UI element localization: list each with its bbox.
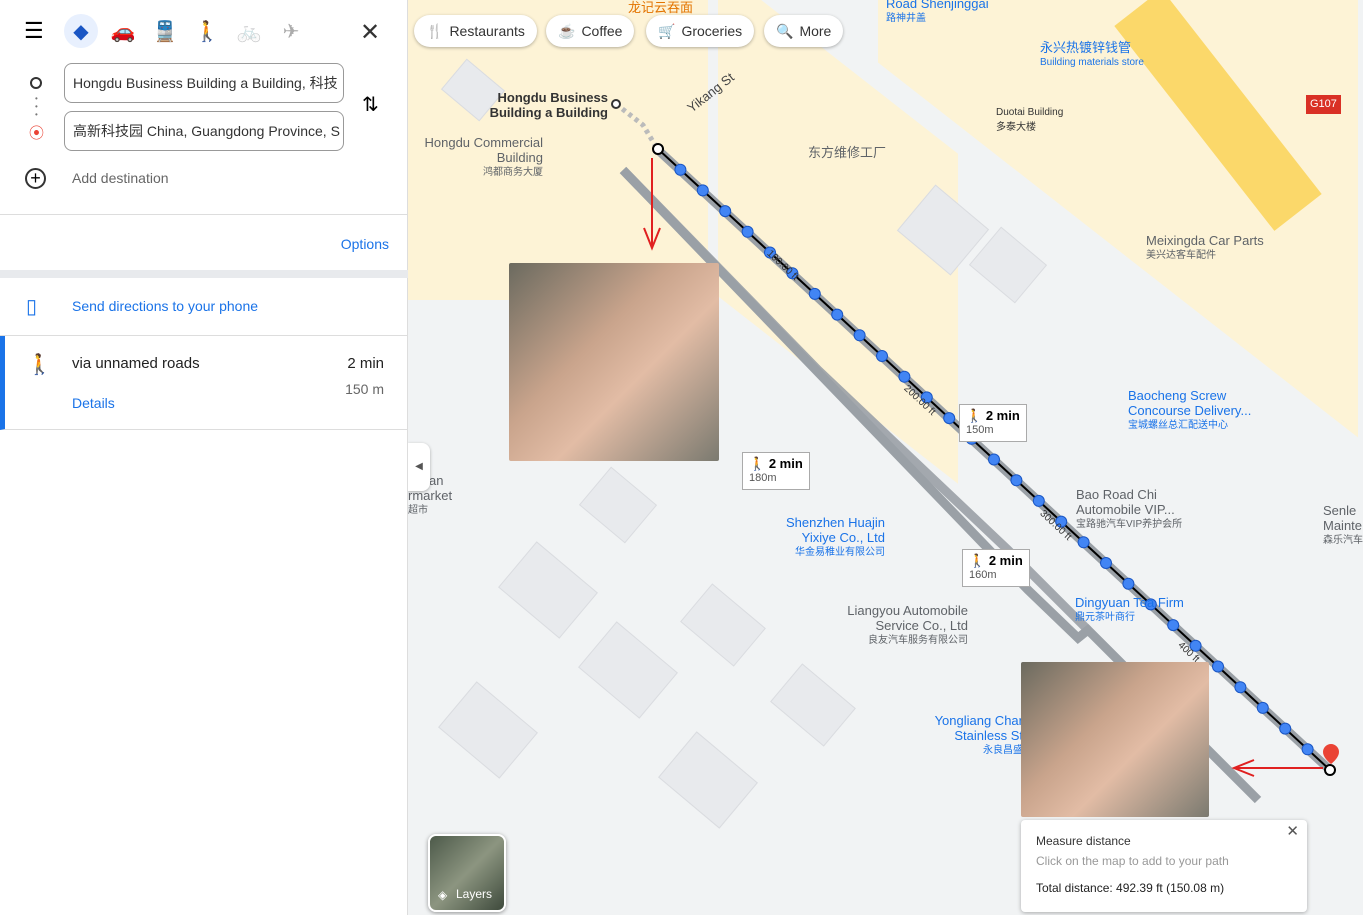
- map-label[interactable]: 龙记云吞面: [628, 0, 693, 15]
- phone-icon: ▯: [26, 296, 38, 318]
- origin-point: [611, 99, 621, 109]
- restaurant-icon: 🍴: [426, 22, 444, 39]
- close-measure-icon[interactable]: ✕: [1286, 822, 1299, 840]
- coffee-icon: ☕: [558, 22, 576, 39]
- module-photo: [1021, 662, 1209, 817]
- layers-icon: ◈: [438, 888, 448, 902]
- map-label[interactable]: Road Shenjinggai 路神井盖: [886, 0, 989, 26]
- measure-dot[interactable]: [696, 184, 709, 197]
- measure-dot[interactable]: [1301, 743, 1314, 756]
- directions-icon[interactable]: ◆: [64, 14, 98, 48]
- measure-dot[interactable]: [898, 370, 911, 383]
- measure-title: Measure distance: [1036, 834, 1131, 848]
- destination-input[interactable]: 高新科技园 China, Guangdong Province, S: [64, 111, 344, 151]
- route-distance: 150 m: [345, 381, 384, 397]
- measure-dot[interactable]: [988, 453, 1000, 466]
- map-label[interactable]: Meixingda Car Parts 美兴达客车配件: [1146, 233, 1264, 263]
- map-label[interactable]: Liangyou Automobile Service Co., Ltd 良友汽车…: [828, 603, 968, 648]
- measure-hint: Click on the map to add to your path: [1036, 854, 1229, 868]
- search-icon: 🔍: [776, 22, 794, 39]
- origin-circle-icon: [30, 77, 42, 89]
- map-label[interactable]: 永兴热镀锌钱管 Building materials store: [1040, 40, 1144, 70]
- module-photo: [509, 263, 719, 461]
- close-icon[interactable]: ✕: [360, 18, 380, 47]
- measure-dot[interactable]: [853, 329, 866, 342]
- route-option[interactable]: 🚶 via unnamed roads 2 min 150 m Details: [0, 336, 408, 430]
- flight-icon[interactable]: ✈: [274, 14, 308, 48]
- origin-input[interactable]: Hongdu Business Building a Building, 科技: [64, 63, 344, 103]
- chip-more[interactable]: 🔍 More: [764, 15, 844, 47]
- add-destination[interactable]: Add destination: [72, 170, 169, 186]
- menu-icon[interactable]: ☰: [24, 20, 46, 42]
- measure-dot[interactable]: [719, 205, 732, 218]
- add-icon[interactable]: +: [25, 168, 46, 189]
- route-time: 2 min: [347, 355, 384, 372]
- chip-coffee[interactable]: ☕ Coffee: [546, 15, 635, 47]
- swap-icon[interactable]: ⇅: [362, 92, 379, 117]
- measure-distance-card: ✕ Measure distance Click on the map to a…: [1021, 820, 1307, 912]
- measure-dot[interactable]: [876, 350, 888, 362]
- layers-button[interactable]: ◈ Layers: [428, 834, 506, 912]
- map-label[interactable]: Baocheng Screw Concourse Delivery... 宝城螺丝…: [1128, 388, 1258, 433]
- measure-end-point: [1324, 764, 1336, 776]
- chip-restaurants[interactable]: 🍴 Restaurants: [414, 15, 537, 47]
- measure-dot[interactable]: [1234, 681, 1247, 694]
- measure-dot[interactable]: [1122, 577, 1135, 590]
- map-label[interactable]: Dingyuan Tea Firm 鼎元茶叶商行: [1075, 595, 1184, 625]
- options-link[interactable]: Options: [341, 236, 389, 252]
- measure-dot[interactable]: [674, 163, 687, 176]
- measure-dot[interactable]: [1032, 494, 1045, 507]
- measure-dot[interactable]: [1010, 474, 1023, 487]
- measure-dot[interactable]: [943, 412, 956, 425]
- send-to-phone-link[interactable]: Send directions to your phone: [72, 298, 258, 314]
- bike-icon[interactable]: 🚲: [232, 14, 266, 48]
- walk-time-box[interactable]: 🚶 2 min 180m: [742, 452, 810, 490]
- measure-start-point: [652, 143, 664, 155]
- walk-icon[interactable]: 🚶: [190, 14, 224, 48]
- walk-dotted-start: [614, 102, 661, 152]
- measure-dot[interactable]: [1212, 660, 1224, 673]
- chip-groceries[interactable]: 🛒 Groceries: [646, 15, 755, 47]
- measure-total: Total distance: 492.39 ft (150.08 m): [1036, 881, 1225, 895]
- dots-icon: • • •: [35, 94, 38, 119]
- highway-shield: G107: [1306, 95, 1341, 114]
- measure-dot[interactable]: [1279, 722, 1292, 735]
- map-label[interactable]: Bao Road Chi Automobile VIP... 宝路驰汽车VIP养护…: [1076, 487, 1186, 532]
- measure-dot[interactable]: [831, 308, 844, 321]
- map-label[interactable]: Hongdu Commercial Building 鸿都商务大厦: [413, 135, 544, 180]
- walk-icon: 🚶: [27, 354, 52, 376]
- map-label[interactable]: Shenzhen Huajin Yixiye Co., Ltd 华金易稚业有限公司: [763, 515, 885, 560]
- map-label[interactable]: Duotai Building 多泰大楼: [996, 105, 1063, 135]
- map-label[interactable]: Senle Mainte 森乐汽车: [1323, 503, 1363, 548]
- directions-panel: ☰ ◆ 🚗 🚆 🚶 🚲 ✈ ✕ • • • ⦿ Hongdu Business Bu…: [0, 0, 408, 915]
- measure-dot[interactable]: [1100, 557, 1112, 569]
- walk-time-box[interactable]: 🚶 2 min 150m: [959, 404, 1027, 442]
- measure-dot[interactable]: [1077, 536, 1090, 549]
- map-label[interactable]: Yongliang Char Stainless St 永良昌盛: [928, 713, 1023, 758]
- measure-dot[interactable]: [1256, 701, 1269, 714]
- map-label[interactable]: 东方维修工厂: [808, 145, 886, 160]
- measure-dot[interactable]: [741, 225, 754, 238]
- map-canvas[interactable]: 100.00 ft 200.00 ft 300.00 ft 400 ft Hon…: [408, 0, 1363, 915]
- measure-dot[interactable]: [808, 287, 821, 300]
- car-icon[interactable]: 🚗: [106, 14, 140, 48]
- map-label[interactable]: Hongdu Business Building a Building: [488, 90, 608, 120]
- transit-icon[interactable]: 🚆: [148, 14, 182, 48]
- destination-pin-icon: ⦿: [29, 125, 45, 142]
- cart-icon: 🛒: [658, 22, 676, 39]
- route-via: via unnamed roads: [72, 355, 200, 372]
- details-link[interactable]: Details: [72, 395, 115, 411]
- walk-time-box[interactable]: 🚶 2 min 160m: [962, 549, 1030, 587]
- collapse-panel-button[interactable]: ◀: [408, 443, 430, 491]
